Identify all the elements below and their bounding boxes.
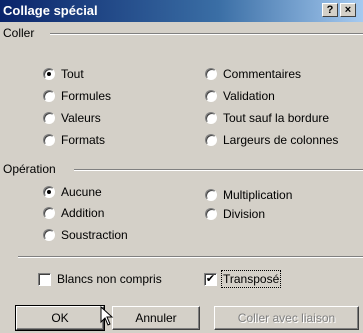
radio-division[interactable]: Division	[205, 207, 265, 221]
radio-largeurs-colonnes[interactable]: Largeurs de colonnes	[205, 133, 338, 147]
radio-tout-sauf-bordure[interactable]: Tout sauf la bordure	[205, 111, 329, 125]
radio-button-icon[interactable]	[205, 68, 217, 80]
radio-button-icon[interactable]	[205, 189, 217, 201]
radio-aucune[interactable]: Aucune	[43, 185, 102, 199]
coller-group-label: Coller	[3, 26, 39, 40]
radio-multiplication[interactable]: Multiplication	[205, 188, 292, 202]
radio-valeurs[interactable]: Valeurs	[43, 111, 101, 125]
radio-soustraction[interactable]: Soustraction	[43, 228, 128, 242]
radio-button-icon[interactable]	[43, 186, 55, 198]
radio-tout-sauf-bordure-label: Tout sauf la bordure	[223, 111, 330, 125]
radio-button-icon[interactable]	[205, 134, 217, 146]
checkbox-blancs-label: Blancs non compris	[57, 272, 162, 286]
radio-button-icon[interactable]	[205, 90, 217, 102]
radio-aucune-label: Aucune	[61, 185, 102, 199]
radio-valeurs-label: Valeurs	[61, 111, 101, 125]
radio-division-label: Division	[223, 207, 266, 221]
checkbox-transpose[interactable]: ✔ Transposé	[204, 270, 282, 288]
radio-largeurs-colonnes-label: Largeurs de colonnes	[223, 133, 339, 147]
checkbox-transpose-label: Transposé	[220, 270, 282, 288]
radio-button-icon[interactable]	[43, 68, 55, 80]
close-button[interactable]: ×	[340, 3, 356, 17]
checkmark-icon[interactable]: ✔	[204, 272, 217, 286]
checkbox-blancs-non-compris[interactable]: Blancs non compris	[38, 272, 162, 286]
radio-button-icon[interactable]	[205, 208, 217, 220]
radio-formules-label: Formules	[61, 89, 112, 103]
radio-button-icon[interactable]	[43, 134, 55, 146]
radio-tout-label: Tout	[61, 67, 84, 81]
help-button[interactable]: ?	[322, 3, 338, 17]
radio-formats[interactable]: Formats	[43, 133, 105, 147]
dialog-title: Collage spécial	[3, 3, 98, 18]
radio-multiplication-label: Multiplication	[223, 188, 293, 202]
operation-group-label: Opération	[3, 162, 60, 176]
radio-tout[interactable]: Tout	[43, 67, 84, 81]
radio-addition[interactable]: Addition	[43, 206, 104, 220]
coller-separator	[50, 33, 363, 35]
mouse-cursor-icon	[100, 306, 114, 326]
radio-formules[interactable]: Formules	[43, 89, 111, 103]
radio-addition-label: Addition	[61, 206, 105, 220]
ok-button[interactable]: OK	[15, 305, 105, 331]
radio-validation-label: Validation	[223, 89, 275, 103]
radio-commentaires[interactable]: Commentaires	[205, 67, 301, 81]
radio-validation[interactable]: Validation	[205, 89, 275, 103]
annuler-button[interactable]: Annuler	[112, 306, 200, 330]
bottom-separator	[18, 256, 363, 258]
radio-button-icon[interactable]	[205, 112, 217, 124]
radio-formats-label: Formats	[61, 133, 106, 147]
radio-button-icon[interactable]	[43, 229, 55, 241]
checkbox-icon[interactable]	[38, 272, 51, 286]
radio-button-icon[interactable]	[43, 90, 55, 102]
operation-separator	[74, 169, 363, 171]
coller-avec-liaison-button: Coller avec liaison	[214, 306, 359, 330]
radio-soustraction-label: Soustraction	[61, 228, 128, 242]
radio-button-icon[interactable]	[43, 112, 55, 124]
radio-commentaires-label: Commentaires	[223, 67, 302, 81]
radio-button-icon[interactable]	[43, 207, 55, 219]
title-bar: Collage spécial ? ×	[0, 0, 363, 22]
